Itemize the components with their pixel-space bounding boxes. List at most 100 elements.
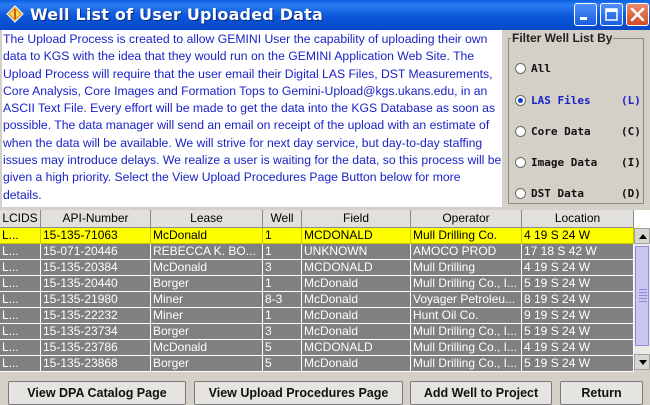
- filter-radio-shortcut: (I): [621, 156, 641, 169]
- cell-field: McDonald: [302, 324, 411, 340]
- cell-location: 8 19 S 24 W: [522, 292, 634, 308]
- close-button[interactable]: [626, 3, 649, 26]
- cell-location: 4 19 S 24 W: [522, 228, 634, 244]
- filter-radio-dst-data[interactable]: DST Data (D): [515, 186, 645, 204]
- filter-radio-core-data[interactable]: Core Data (C): [515, 124, 645, 142]
- cell-api-number: 15-135-22232: [41, 308, 151, 324]
- filter-group: Filter Well List By All LAS Files (L) Co…: [505, 30, 648, 207]
- table-row[interactable]: L... 15-071-20446 REBECCA K. BO... 1 UNKNOWN…: [0, 244, 634, 260]
- filter-radio-all[interactable]: All: [515, 61, 645, 79]
- filter-radio-label: Core Data: [531, 125, 591, 138]
- cell-well: 3: [263, 324, 302, 340]
- cell-location: 4 19 S 24 W: [522, 340, 634, 356]
- description-text: The Upload Process is created to allow G…: [3, 32, 502, 202]
- cell-location: 17 18 S 42 W: [522, 244, 634, 260]
- filter-radio-las-files[interactable]: LAS Files (L): [515, 93, 645, 111]
- cell-lease: Borger: [151, 276, 263, 292]
- column-header[interactable]: Operator: [411, 210, 522, 228]
- column-header[interactable]: LCIDS: [0, 210, 41, 228]
- cell-lcids: L...: [0, 292, 41, 308]
- cell-lcids: L...: [0, 228, 41, 244]
- cell-well: 1: [263, 276, 302, 292]
- add-well-to-project-button[interactable]: Add Well to Project: [410, 381, 552, 405]
- table-row[interactable]: L... 15-135-22232 Miner 1 McDonald Hunt Oil C…: [0, 308, 634, 324]
- filter-radio-shortcut: (D): [621, 187, 641, 200]
- cell-lease: McDonald: [151, 340, 263, 356]
- window-title: Well List of User Uploaded Data: [30, 5, 324, 24]
- radio-button-selected-icon[interactable]: [515, 95, 526, 106]
- view-upload-procedures-button[interactable]: View Upload Procedures Page: [194, 381, 403, 405]
- cell-well: 3: [263, 260, 302, 276]
- cell-field: MCDONALD: [302, 260, 411, 276]
- radio-button-icon[interactable]: [515, 157, 526, 168]
- cell-lcids: L...: [0, 324, 41, 340]
- table-row[interactable]: L... 15-135-71063 McDonald 1 MCDONALD Mull Dr…: [0, 228, 634, 244]
- cell-api-number: 15-135-23868: [41, 356, 151, 372]
- cell-operator: AMOCO PROD: [411, 244, 522, 260]
- table-row[interactable]: L... 15-135-23734 Borger 3 McDonald Mull Dril…: [0, 324, 634, 340]
- cell-operator: Voyager Petroleu...: [411, 292, 522, 308]
- cell-lease: McDonald: [151, 260, 263, 276]
- return-button[interactable]: Return: [560, 381, 643, 405]
- column-header[interactable]: Lease: [151, 210, 263, 228]
- column-header[interactable]: Well: [263, 210, 302, 228]
- cell-api-number: 15-135-20440: [41, 276, 151, 292]
- cell-operator: Mull Drilling Co.: [411, 228, 522, 244]
- column-header[interactable]: Field: [302, 210, 411, 228]
- title-bar: Well List of User Uploaded Data: [0, 0, 650, 30]
- scroll-down-button[interactable]: [634, 354, 650, 370]
- table-row[interactable]: L... 15-135-23868 Borger 5 McDonald Mull Dril…: [0, 356, 634, 372]
- cell-operator: Hunt Oil Co.: [411, 308, 522, 324]
- cell-location: 5 19 S 24 W: [522, 276, 634, 292]
- filter-legend: Filter Well List By: [511, 31, 614, 45]
- cell-well: 8-3: [263, 292, 302, 308]
- table-header: LCIDS API-Number Lease Well Field Operat…: [0, 210, 634, 228]
- cell-field: UNKNOWN: [302, 244, 411, 260]
- radio-button-icon[interactable]: [515, 126, 526, 137]
- cell-well: 5: [263, 340, 302, 356]
- cell-field: McDonald: [302, 356, 411, 372]
- table-row[interactable]: L... 15-135-20384 McDonald 3 MCDONALD Mull Dr…: [0, 260, 634, 276]
- filter-radio-label: LAS Files: [531, 94, 591, 107]
- cell-api-number: 15-135-23786: [41, 340, 151, 356]
- description-panel: The Upload Process is created to allow G…: [2, 30, 502, 207]
- cell-operator: Mull Drilling Co., I...: [411, 324, 522, 340]
- radio-button-icon[interactable]: [515, 188, 526, 199]
- minimize-button[interactable]: [574, 3, 597, 26]
- arrow-down-icon: [639, 360, 647, 365]
- column-header[interactable]: Location: [522, 210, 634, 228]
- cell-location: 5 19 S 24 W: [522, 356, 634, 372]
- arrow-up-icon: [639, 234, 647, 239]
- cell-well: 1: [263, 244, 302, 260]
- cell-well: 1: [263, 228, 302, 244]
- filter-radio-label: Image Data: [531, 156, 598, 169]
- cell-field: McDonald: [302, 292, 411, 308]
- vertical-scrollbar[interactable]: [634, 228, 650, 370]
- cell-lcids: L...: [0, 308, 41, 324]
- cell-lcids: L...: [0, 260, 41, 276]
- cell-location: 4 19 S 24 W: [522, 260, 634, 276]
- column-header[interactable]: API-Number: [41, 210, 151, 228]
- filter-radio-shortcut: (C): [621, 125, 641, 138]
- cell-well: 5: [263, 356, 302, 372]
- cell-well: 1: [263, 308, 302, 324]
- cell-lcids: L...: [0, 276, 41, 292]
- table-row[interactable]: L... 15-135-20440 Borger 1 McDonald Mull Dril…: [0, 276, 634, 292]
- scroll-thumb[interactable]: [635, 246, 649, 346]
- cell-lease: McDonald: [151, 228, 263, 244]
- cell-lcids: L...: [0, 244, 41, 260]
- cell-field: McDonald: [302, 276, 411, 292]
- cell-api-number: 15-135-20384: [41, 260, 151, 276]
- maximize-icon: [605, 8, 618, 21]
- table-row[interactable]: L... 15-135-21980 Miner 8-3 McDonald Voyager …: [0, 292, 634, 308]
- filter-radio-label: All: [531, 62, 551, 75]
- cell-operator: Mull Drilling: [411, 260, 522, 276]
- radio-button-icon[interactable]: [515, 63, 526, 74]
- well-table[interactable]: LCIDS API-Number Lease Well Field Operat…: [0, 210, 650, 372]
- cell-field: MCDONALD: [302, 340, 411, 356]
- table-row[interactable]: L... 15-135-23786 McDonald 5 MCDONALD Mull Dr…: [0, 340, 634, 356]
- filter-radio-image-data[interactable]: Image Data (I): [515, 155, 645, 173]
- maximize-button[interactable]: [600, 3, 623, 26]
- scroll-up-button[interactable]: [634, 228, 650, 244]
- view-dpa-catalog-button[interactable]: View DPA Catalog Page: [8, 381, 186, 405]
